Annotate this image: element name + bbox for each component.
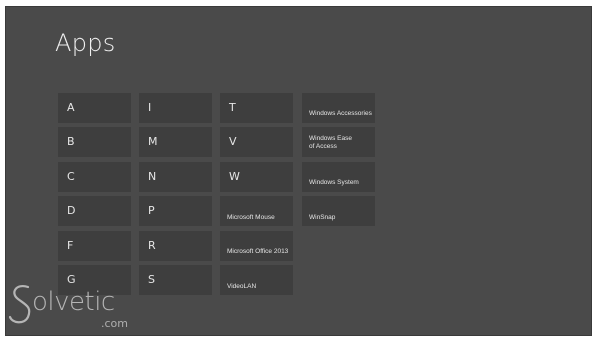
tile-app-windows-ease-of-access[interactable]: Windows Ease of Access [302, 127, 375, 157]
tile-letter-a[interactable]: A [58, 93, 131, 123]
tile-app-windows-system[interactable]: Windows System [302, 162, 375, 192]
tile-label: N [148, 170, 157, 183]
tile-letter-p[interactable]: P [139, 196, 212, 226]
tile-label: Microsoft Mouse [227, 214, 275, 221]
tile-letter-w[interactable]: W [220, 162, 293, 192]
tile-label: WinSnap [309, 214, 336, 221]
tile-letter-c[interactable]: C [58, 162, 131, 192]
tile-letter-n[interactable]: N [139, 162, 212, 192]
tile-label: Windows System [309, 179, 359, 186]
tile-label: Microsoft Office 2013 [227, 248, 289, 255]
tile-letter-d[interactable]: D [58, 196, 131, 226]
tile-label: I [148, 101, 152, 114]
tile-label: C [67, 170, 75, 183]
tile-label: A [67, 101, 75, 114]
tile-letter-v[interactable]: V [220, 127, 293, 157]
tile-letter-r[interactable]: R [139, 231, 212, 261]
tile-label: Windows Accessories [309, 110, 372, 117]
tile-label: S [148, 273, 155, 286]
watermark-suffix: .com [101, 317, 128, 330]
tile-label: F [67, 239, 74, 252]
tile-letter-m[interactable]: M [139, 127, 212, 157]
tile-label: R [148, 239, 156, 252]
tile-app-microsoft-mouse[interactable]: Microsoft Mouse [220, 196, 293, 226]
tile-label: M [148, 135, 158, 148]
tile-label: B [67, 135, 75, 148]
tile-letter-f[interactable]: F [58, 231, 131, 261]
tile-label: Windows Ease of Access [309, 135, 352, 150]
tile-label: V [229, 135, 237, 148]
tile-label: D [67, 204, 76, 217]
tile-label: T [229, 101, 236, 114]
tile-label: VideoLAN [227, 283, 257, 290]
tile-label: P [148, 204, 155, 217]
tile-letter-i[interactable]: I [139, 93, 212, 123]
tile-app-windows-accessories[interactable]: Windows Accessories [302, 93, 375, 123]
page-title: Apps [55, 29, 116, 57]
tile-app-winsnap[interactable]: WinSnap [302, 196, 375, 226]
tile-letter-s[interactable]: S [139, 265, 212, 295]
solvetic-watermark: olvetic .com [6, 281, 146, 333]
tile-app-microsoft-office-2013[interactable]: Microsoft Office 2013 [220, 231, 293, 261]
tile-letter-t[interactable]: T [220, 93, 293, 123]
tile-label: W [229, 170, 240, 183]
watermark-brand: olvetic [32, 287, 115, 317]
tile-app-videolan[interactable]: VideoLAN [220, 265, 293, 295]
tile-letter-b[interactable]: B [58, 127, 131, 157]
